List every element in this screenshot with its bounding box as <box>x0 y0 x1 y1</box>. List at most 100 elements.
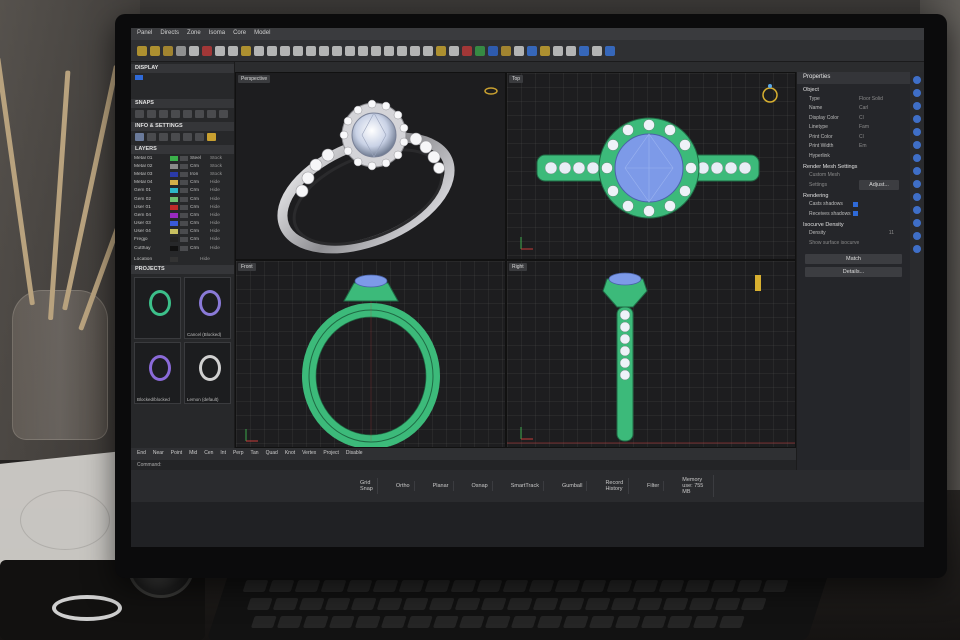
adjust-button[interactable]: Adjust... <box>859 179 899 190</box>
menu-item[interactable]: Zone <box>187 30 201 38</box>
property-row[interactable]: Type Floor Solid <box>797 94 910 104</box>
details-button[interactable]: Details... <box>805 266 902 277</box>
toolbar-tool-icon[interactable] <box>566 45 576 56</box>
property-value[interactable]: Fam <box>859 124 904 130</box>
osnap-toggle[interactable]: Quad <box>266 450 278 458</box>
status-bar-item[interactable]: Filter <box>643 481 665 491</box>
osnap-toggle[interactable]: Disable <box>346 450 363 458</box>
status-bar-item[interactable]: Ortho <box>392 481 415 491</box>
info-icon[interactable] <box>195 133 204 141</box>
viewport-top[interactable]: Top <box>506 72 796 260</box>
osnap-toggle[interactable]: End <box>137 450 146 458</box>
status-bar-item[interactable]: Osnap <box>468 481 493 491</box>
snaps-panel-header[interactable]: SNAPS <box>131 99 234 108</box>
toolbar-tool-icon[interactable] <box>527 45 537 56</box>
info-icon[interactable] <box>207 133 216 141</box>
layer-color-swatch[interactable] <box>170 155 178 161</box>
layer-row[interactable]: Gem 01 Crm Hide <box>131 187 234 195</box>
toolbar-tool-icon[interactable] <box>319 45 329 56</box>
command-line[interactable]: Command: <box>131 460 796 470</box>
property-value[interactable]: Cl <box>859 115 904 121</box>
viewport-right[interactable]: Right <box>506 260 796 448</box>
layer-row[interactable]: Gem 02 Crm Hide <box>131 195 234 203</box>
snap-icon[interactable] <box>135 110 144 118</box>
layer-status[interactable]: Stock <box>210 172 224 177</box>
layer-status[interactable]: Hide <box>210 213 224 218</box>
side-panel-icon[interactable] <box>913 167 921 175</box>
property-row[interactable]: Print Width Em <box>797 142 910 152</box>
snap-icon[interactable] <box>159 110 168 118</box>
layer-status[interactable]: Hide <box>210 180 224 185</box>
info-icon[interactable] <box>171 133 180 141</box>
match-button[interactable]: Match <box>805 253 902 264</box>
toolbar-tool-icon[interactable] <box>371 45 381 56</box>
snap-icon[interactable] <box>195 110 204 118</box>
layer-material-swatch[interactable] <box>180 221 188 227</box>
toolbar-tool-icon[interactable] <box>332 45 342 56</box>
layer-material-swatch[interactable] <box>180 188 188 194</box>
toolbar-tool-icon[interactable] <box>475 45 485 56</box>
side-panel-icon[interactable] <box>913 180 921 188</box>
info-settings-header[interactable]: INFO & SETTINGS <box>131 122 234 131</box>
casts-shadows-row[interactable]: Casts shadows <box>797 200 910 210</box>
status-bar-item[interactable]: Memory use: 755 MB <box>678 475 714 497</box>
info-icon[interactable] <box>147 133 156 141</box>
layer-material-swatch[interactable] <box>180 196 188 202</box>
side-panel-icon[interactable] <box>913 76 921 84</box>
toolbar-tool-icon[interactable] <box>254 45 264 56</box>
side-panel-icon[interactable] <box>913 219 921 227</box>
layer-status[interactable]: Hide <box>210 246 224 251</box>
layer-color-swatch[interactable] <box>170 171 178 177</box>
layer-material-swatch[interactable] <box>180 237 188 243</box>
toolbar-tool-icon[interactable] <box>215 45 225 56</box>
toolbar-tool-icon[interactable] <box>462 45 472 56</box>
layer-row[interactable]: Fregjo Crm Hide <box>131 236 234 244</box>
snap-icon[interactable] <box>147 110 156 118</box>
toolbar-tool-icon[interactable] <box>280 45 290 56</box>
receives-shadows-checkbox[interactable] <box>853 211 858 217</box>
property-row[interactable]: Print Color Cl <box>797 132 910 142</box>
snap-icon[interactable] <box>207 110 216 118</box>
side-panel-icon[interactable] <box>913 206 921 214</box>
toolbar-tool-icon[interactable] <box>163 45 173 56</box>
toolbar-tool-icon[interactable] <box>553 45 563 56</box>
viewport-front[interactable]: Front <box>235 260 506 448</box>
menu-item[interactable]: Model <box>254 30 270 38</box>
property-value[interactable]: Carl <box>859 105 904 111</box>
display-row[interactable] <box>131 81 234 89</box>
density-value[interactable]: 11 <box>859 230 904 236</box>
layer-status[interactable]: Hide <box>210 221 224 226</box>
layer-material-swatch[interactable] <box>180 245 188 251</box>
toolbar-tool-icon[interactable] <box>137 45 147 56</box>
toolbar-tool-icon[interactable] <box>592 45 602 56</box>
project-thumbnail[interactable]: Cancel (Blocked) <box>184 277 231 340</box>
layer-row[interactable]: User 04 Crm Hide <box>131 228 234 236</box>
layer-row[interactable]: Metal 02 Crm Stock <box>131 162 234 170</box>
menu-item[interactable]: Panel <box>137 30 152 38</box>
status-bar-item[interactable]: Grid Snap <box>356 478 378 494</box>
layer-status[interactable]: Stock <box>210 164 224 169</box>
osnap-toggle[interactable]: Cen <box>204 450 213 458</box>
layer-status[interactable]: Hide <box>210 197 224 202</box>
toolbar-tool-icon[interactable] <box>579 45 589 56</box>
toolbar-tool-icon[interactable] <box>189 45 199 56</box>
osnap-toggle[interactable]: Point <box>171 450 182 458</box>
layer-color-swatch[interactable] <box>170 245 178 251</box>
layer-color-swatch[interactable] <box>170 196 178 202</box>
property-row[interactable]: Hyperlink <box>797 151 910 161</box>
osnap-toggle[interactable]: Project <box>323 450 339 458</box>
toolbar-tool-icon[interactable] <box>345 45 355 56</box>
project-thumbnail[interactable]: Blocked/blocked <box>134 342 181 405</box>
toolbar-tool-icon[interactable] <box>306 45 316 56</box>
toolbar-tool-icon[interactable] <box>397 45 407 56</box>
property-value[interactable]: Em <box>859 143 904 149</box>
property-row[interactable]: Display Color Cl <box>797 113 910 123</box>
layer-color-swatch[interactable] <box>170 229 178 235</box>
toolbar-tool-icon[interactable] <box>228 45 238 56</box>
side-panel-icon[interactable] <box>913 193 921 201</box>
properties-title[interactable]: Properties <box>797 72 910 84</box>
toolbar-tool-icon[interactable] <box>293 45 303 56</box>
side-panel-icon[interactable] <box>913 245 921 253</box>
status-bar-item[interactable]: SmartTrack <box>507 481 544 491</box>
toolbar-tool-icon[interactable] <box>423 45 433 56</box>
